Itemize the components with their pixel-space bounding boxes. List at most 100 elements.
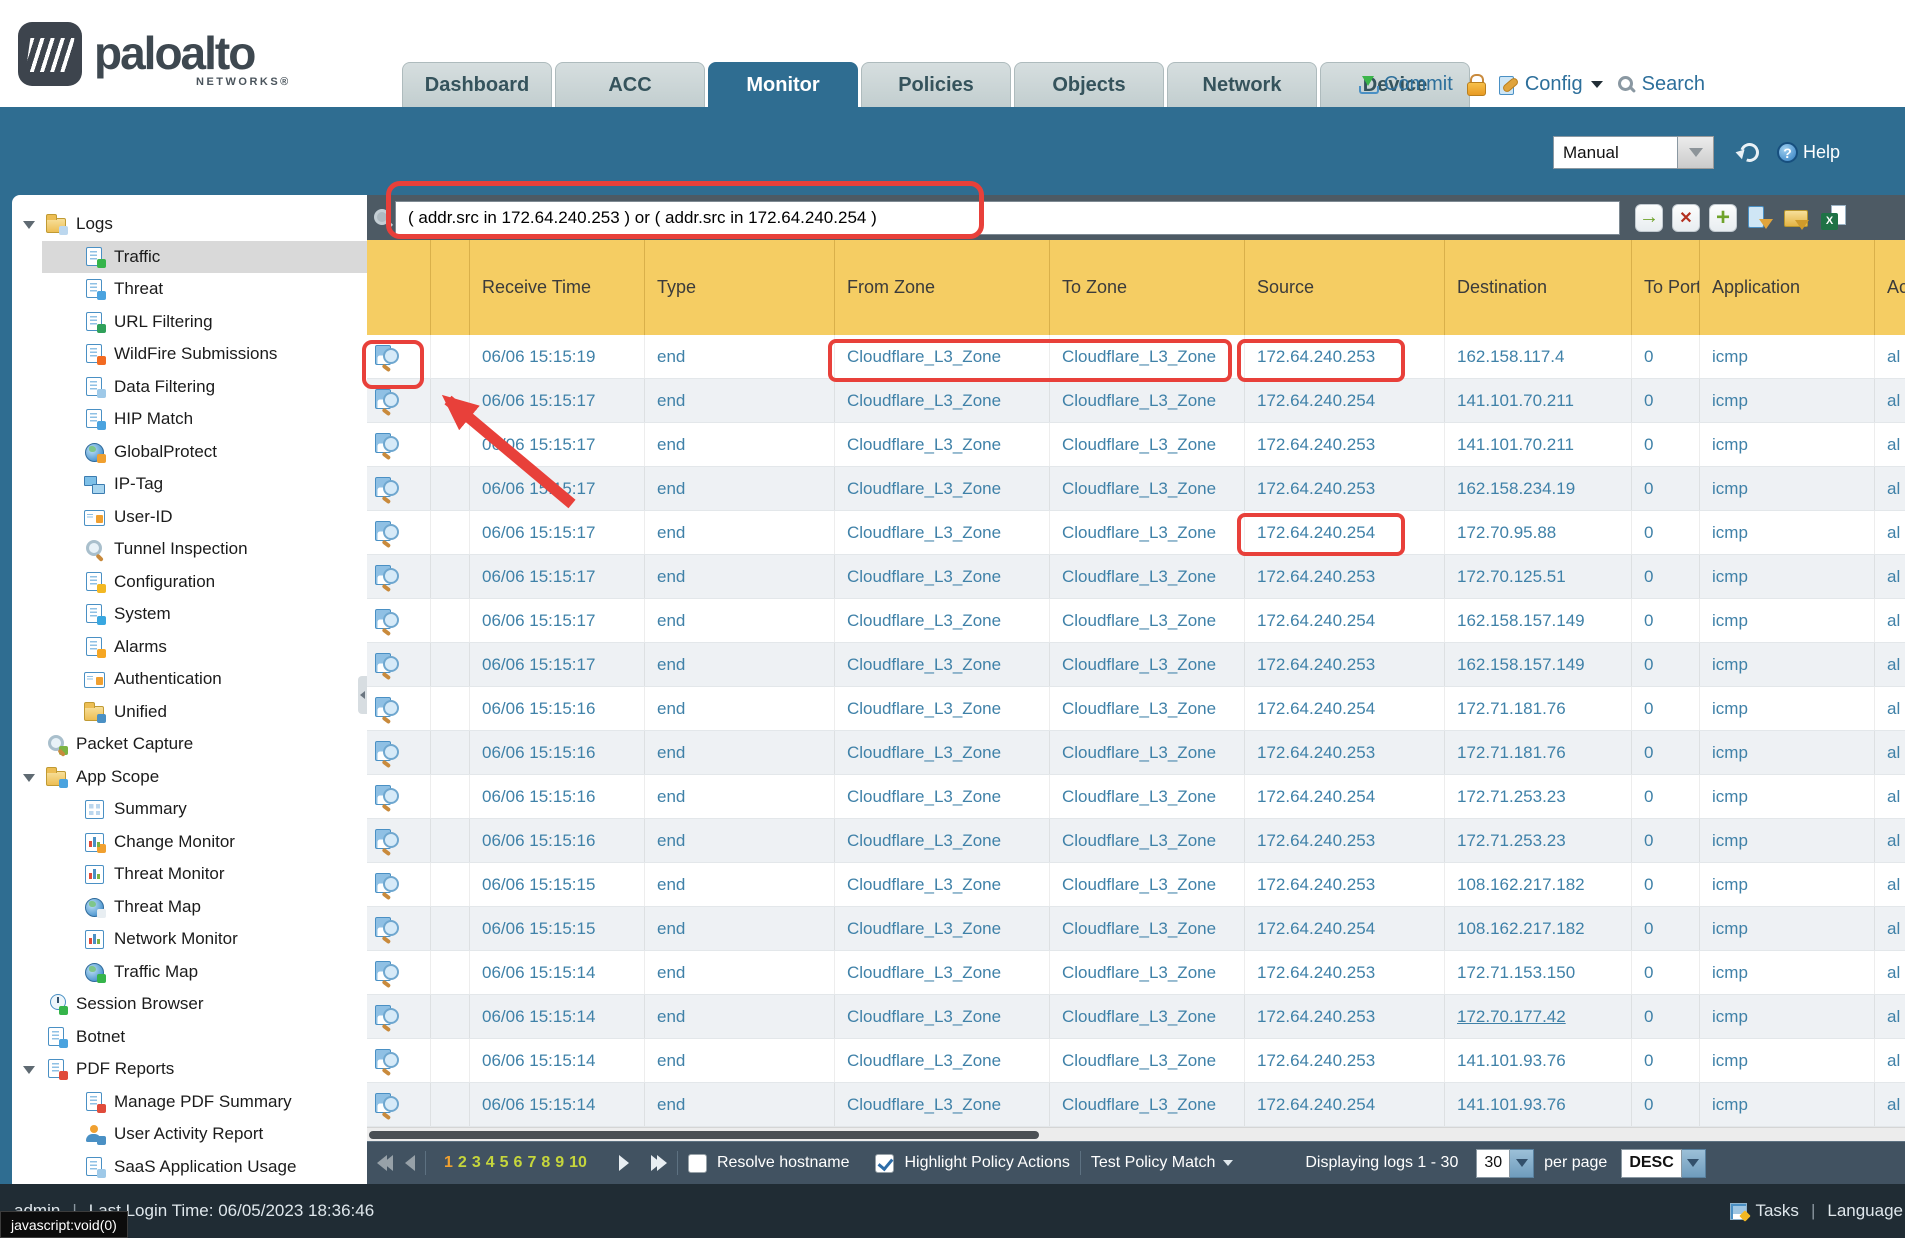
tab-monitor[interactable]: Monitor [708,62,858,107]
add-filter-icon[interactable] [1709,204,1737,232]
page-2[interactable]: 2 [458,1154,467,1172]
column-header-application[interactable]: Application [1700,240,1875,335]
expand-triangle-icon[interactable] [23,1066,35,1074]
sidebar-item-traffic[interactable]: Traffic [12,241,367,274]
tasks-icon[interactable] [1730,1203,1749,1220]
sidebar-item-botnet[interactable]: Botnet [12,1021,367,1054]
sidebar-item-app-scope[interactable]: App Scope [12,761,367,794]
sort-order-select[interactable]: DESC [1621,1149,1705,1178]
sidebar-item-system[interactable]: System [12,598,367,631]
log-detail-icon[interactable] [375,344,399,369]
log-detail-icon[interactable] [375,388,399,413]
page-5[interactable]: 5 [500,1154,509,1172]
sidebar-item-url-filtering[interactable]: URL Filtering [12,306,367,339]
log-detail-icon[interactable] [375,872,399,897]
page-1[interactable]: 1 [444,1154,453,1172]
refresh-icon[interactable] [1737,140,1762,165]
sidebar-item-user-id[interactable]: User-ID [12,501,367,534]
log-detail-icon[interactable] [375,432,399,457]
sidebar-item-pdf-reports[interactable]: PDF Reports [12,1053,367,1086]
sidebar-item-threat-map[interactable]: Threat Map [12,891,367,924]
export-to-csv-icon[interactable] [1820,204,1848,232]
refresh-interval-select[interactable]: Manual [1553,136,1678,169]
log-detail-icon[interactable] [375,652,399,677]
sidebar-item-unified[interactable]: Unified [12,696,367,729]
filter-builder-icon[interactable] [1746,204,1774,232]
tab-dashboard[interactable]: Dashboard [402,62,552,107]
tab-policies[interactable]: Policies [861,62,1011,107]
prev-page-button[interactable] [405,1155,415,1171]
first-page-button[interactable] [377,1155,393,1171]
column-header-to-zone[interactable]: To Zone [1050,240,1245,335]
test-policy-match-button[interactable]: Test Policy Match [1091,1154,1233,1172]
sidebar-item-summary[interactable]: Summary [12,793,367,826]
page-6[interactable]: 6 [514,1154,523,1172]
help-icon[interactable] [1777,142,1798,163]
sidebar-item-traffic-map[interactable]: Traffic Map [12,956,367,989]
sidebar-item-configuration[interactable]: Configuration [12,566,367,599]
log-detail-icon[interactable] [375,960,399,985]
sidebar-item-packet-capture[interactable]: Packet Capture [12,728,367,761]
sidebar-collapse-handle[interactable] [358,676,367,714]
sidebar-item-logs[interactable]: Logs [12,208,367,241]
log-detail-icon[interactable] [375,1092,399,1117]
commit-button[interactable]: Commit [1358,73,1453,96]
clear-filter-icon[interactable] [1672,204,1700,232]
highlight-policy-actions-checkbox[interactable] [875,1154,894,1173]
log-detail-icon[interactable] [375,784,399,809]
page-8[interactable]: 8 [541,1154,550,1172]
column-header-type[interactable]: Type [645,240,835,335]
sidebar-item-threat[interactable]: Threat [12,273,367,306]
log-detail-icon[interactable] [375,1048,399,1073]
page-7[interactable]: 7 [527,1154,536,1172]
tab-objects[interactable]: Objects [1014,62,1164,107]
horizontal-scrollbar-thumb[interactable] [369,1131,1039,1139]
log-detail-icon[interactable] [375,828,399,853]
tab-network[interactable]: Network [1167,62,1317,107]
log-detail-icon[interactable] [375,564,399,589]
tasks-button[interactable]: Tasks [1755,1201,1798,1221]
log-detail-icon[interactable] [375,1004,399,1029]
expand-triangle-icon[interactable] [23,221,35,229]
refresh-interval-dropdown-arrow[interactable] [1678,136,1714,169]
per-page-select[interactable]: 30 [1476,1149,1534,1178]
apply-filter-icon[interactable] [1635,204,1663,232]
page-9[interactable]: 9 [555,1154,564,1172]
column-header-receive-time[interactable]: Receive Time [470,240,645,335]
log-detail-icon[interactable] [375,608,399,633]
sidebar-item-authentication[interactable]: Authentication [12,663,367,696]
column-header-ac[interactable]: Ac [1875,240,1905,335]
sidebar-item-session-browser[interactable]: Session Browser [12,988,367,1021]
load-filter-icon[interactable] [1783,204,1811,232]
log-detail-icon[interactable] [375,740,399,765]
sidebar-item-data-filtering[interactable]: Data Filtering [12,371,367,404]
lock-icon[interactable] [1467,74,1484,95]
column-header-destination[interactable]: Destination [1445,240,1632,335]
sidebar-item-globalprotect[interactable]: GlobalProtect [12,436,367,469]
language-button[interactable]: Language [1827,1201,1903,1221]
page-10[interactable]: 10 [569,1154,587,1172]
expand-triangle-icon[interactable] [23,774,35,782]
help-label[interactable]: Help [1803,142,1840,163]
last-page-button[interactable] [651,1155,667,1171]
next-page-button[interactable] [619,1155,629,1171]
sidebar-item-change-monitor[interactable]: Change Monitor [12,826,367,859]
sidebar-item-wildfire-submissions[interactable]: WildFire Submissions [12,338,367,371]
sidebar-item-ip-tag[interactable]: IP-Tag [12,468,367,501]
log-detail-icon[interactable] [375,476,399,501]
resolve-hostname-checkbox[interactable] [688,1154,707,1173]
sidebar-item-manage-pdf-summary[interactable]: Manage PDF Summary [12,1086,367,1119]
sidebar-item-user-activity-report[interactable]: User Activity Report [12,1118,367,1151]
log-detail-icon[interactable] [375,520,399,545]
log-detail-icon[interactable] [375,696,399,721]
tab-acc[interactable]: ACC [555,62,705,107]
column-header-source[interactable]: Source [1245,240,1445,335]
config-menu-button[interactable]: Config [1498,73,1603,96]
page-4[interactable]: 4 [486,1154,495,1172]
sidebar-item-tunnel-inspection[interactable]: Tunnel Inspection [12,533,367,566]
log-detail-icon[interactable] [375,916,399,941]
page-3[interactable]: 3 [472,1154,481,1172]
cell-destination[interactable]: 172.70.177.42 [1457,1007,1566,1027]
column-header-from-zone[interactable]: From Zone [835,240,1050,335]
column-header-to-port[interactable]: To Port [1632,240,1700,335]
